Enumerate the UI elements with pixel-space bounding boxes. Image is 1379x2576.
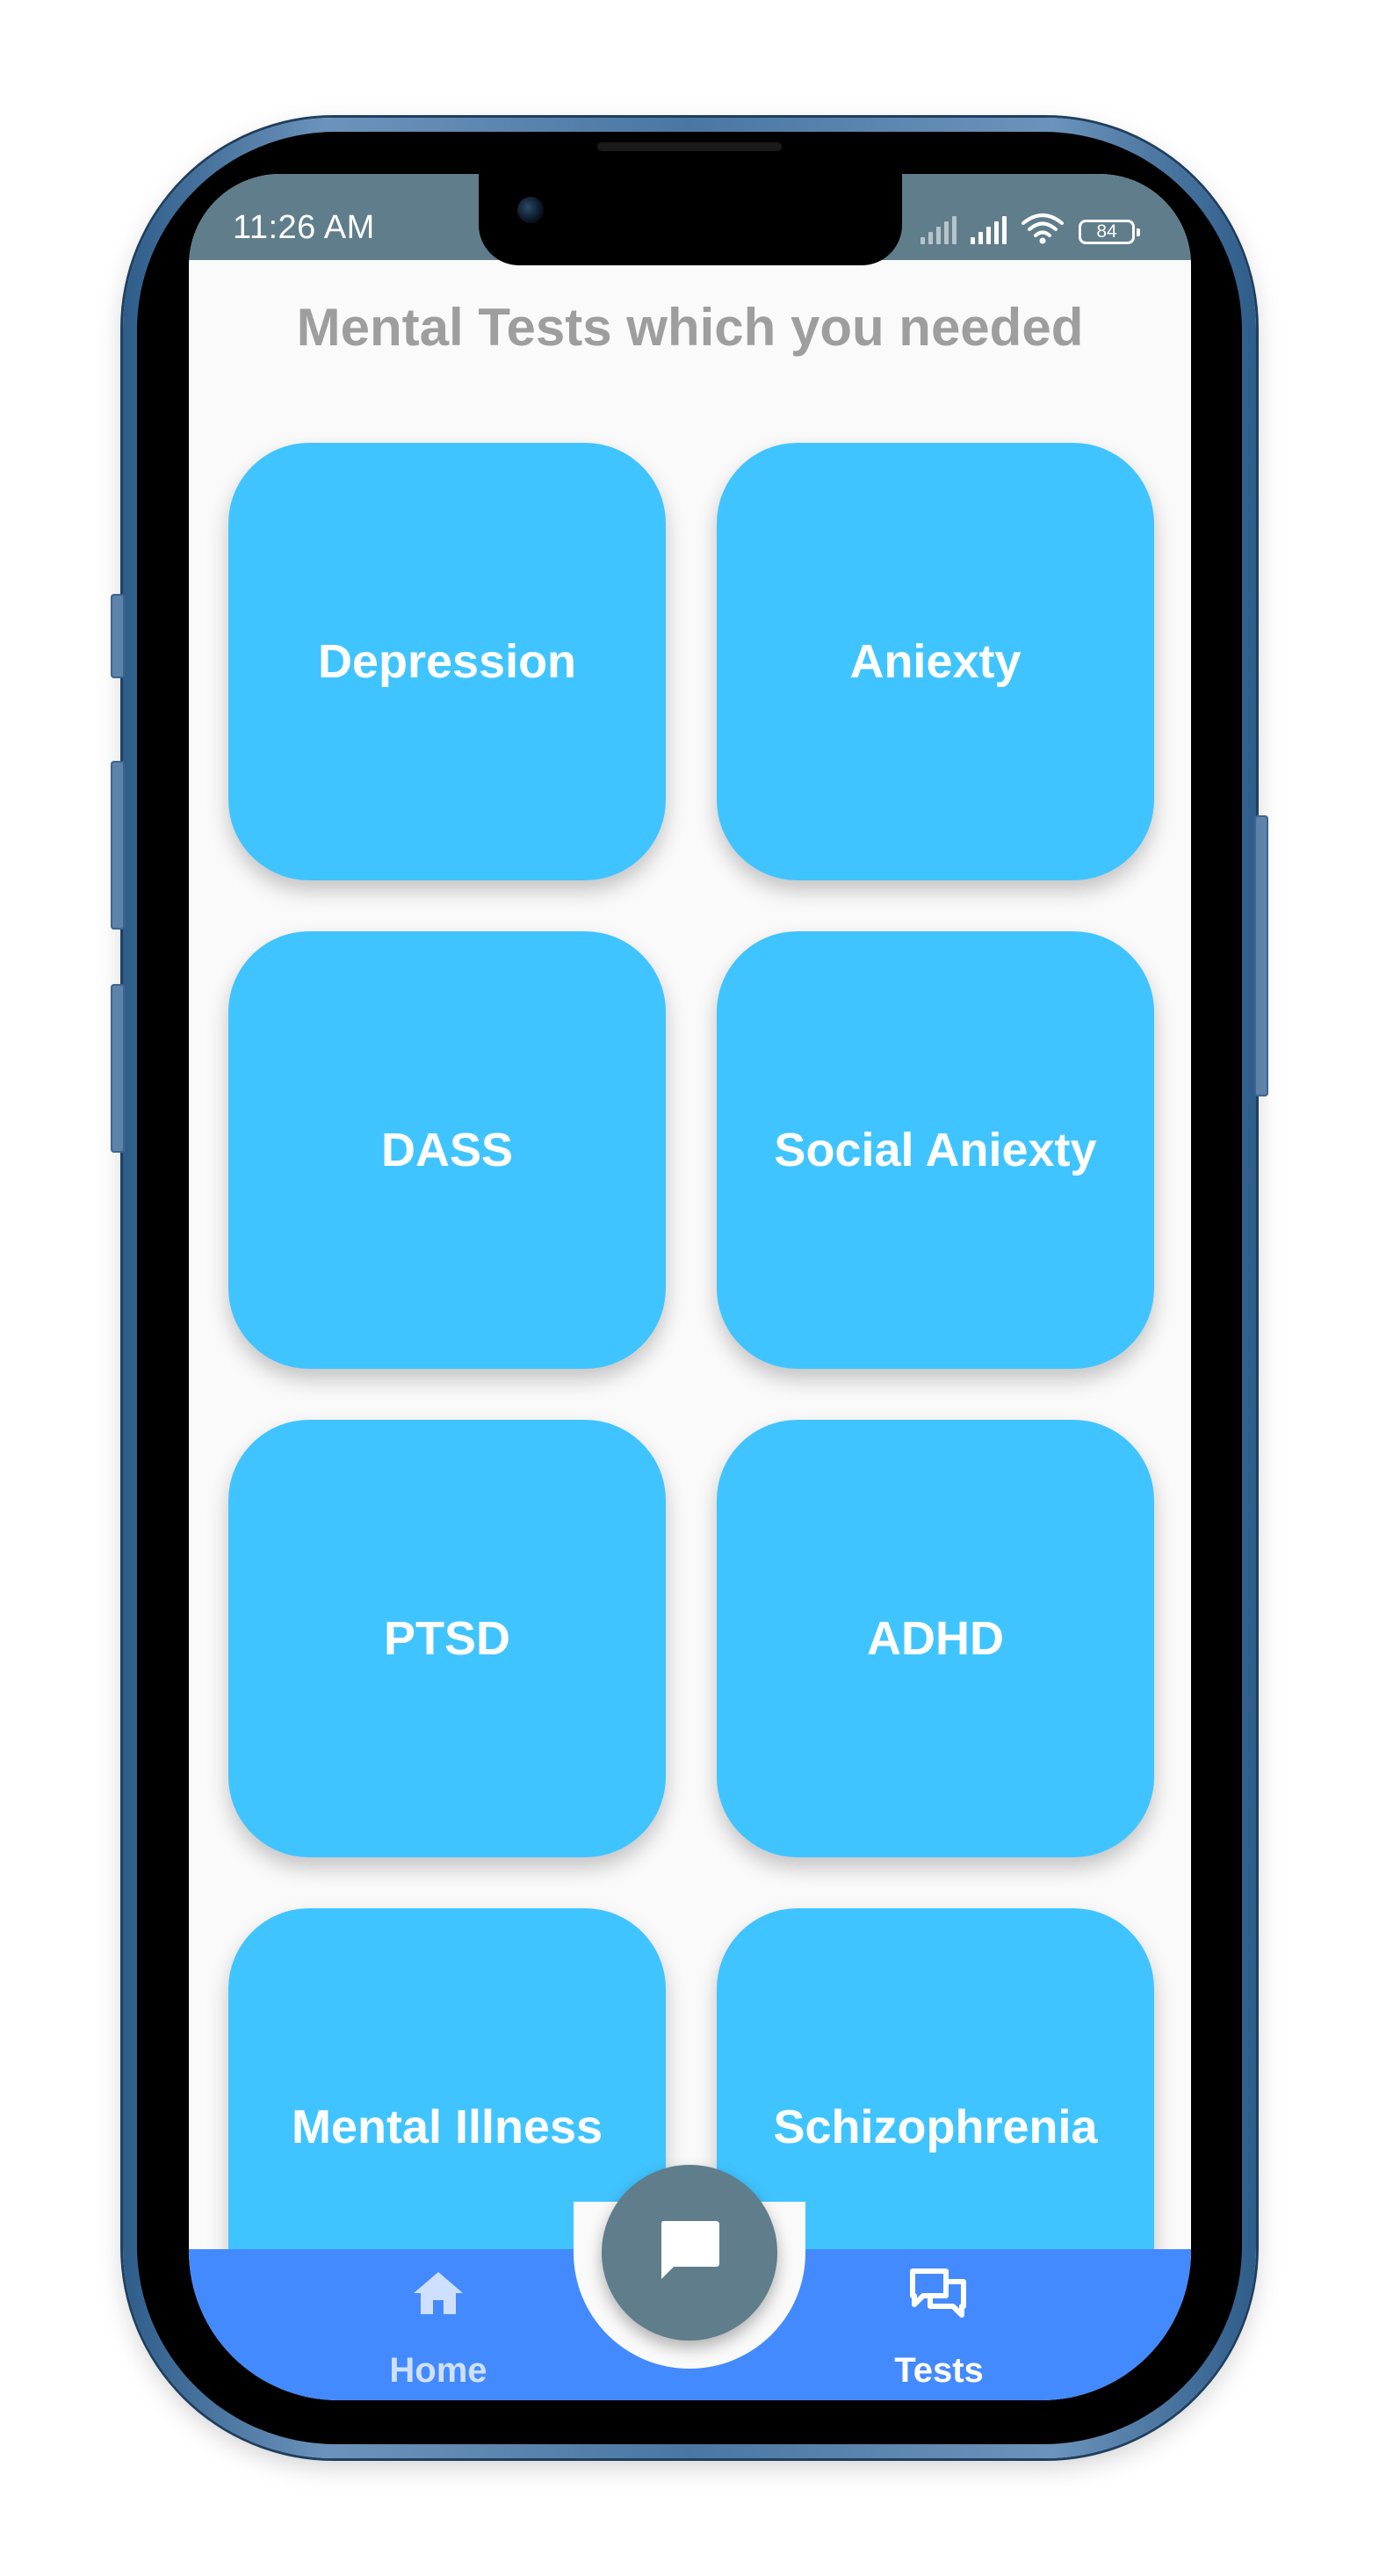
test-tile-dass[interactable]: DASS bbox=[228, 931, 666, 1369]
test-tile-adhd[interactable]: ADHD bbox=[717, 1420, 1154, 1857]
nav-home[interactable]: Home bbox=[350, 2265, 526, 2391]
notch bbox=[479, 174, 902, 265]
app-screen: 11:26 AM 84 Mental Tests which you neede… bbox=[189, 174, 1191, 2400]
test-tile-label: Social Aniexty bbox=[774, 1124, 1097, 1176]
home-icon bbox=[350, 2265, 526, 2321]
chat-icon bbox=[654, 2216, 725, 2290]
nav-home-label: Home bbox=[389, 2351, 487, 2390]
test-tile-depression[interactable]: Depression bbox=[228, 443, 666, 880]
signal-bars-icon bbox=[971, 214, 1007, 244]
test-tile-label: Depression bbox=[317, 635, 577, 688]
test-tile-label: Schizophrenia bbox=[773, 2101, 1098, 2153]
test-tile-label: ADHD bbox=[867, 1612, 1004, 1665]
test-tile-label: PTSD bbox=[383, 1612, 511, 1665]
volume-up-button bbox=[111, 761, 125, 930]
signal-bars-icon bbox=[921, 214, 957, 244]
mute-switch bbox=[111, 594, 125, 678]
page: 11:26 AM 84 Mental Tests which you neede… bbox=[0, 0, 1379, 2576]
test-tile-label: DASS bbox=[380, 1124, 514, 1176]
battery-icon: 84 bbox=[1079, 220, 1140, 244]
front-camera bbox=[517, 197, 544, 223]
test-tile-social-aniexty[interactable]: Social Aniexty bbox=[717, 931, 1154, 1369]
power-button bbox=[1254, 815, 1268, 1096]
test-tile-label: Mental Illness bbox=[291, 2101, 603, 2153]
test-tile-ptsd[interactable]: PTSD bbox=[228, 1420, 666, 1857]
speaker-grille bbox=[597, 142, 782, 151]
chat-fab-button[interactable] bbox=[602, 2165, 777, 2341]
status-time: 11:26 AM bbox=[233, 209, 375, 246]
status-icons: 84 bbox=[921, 209, 1140, 244]
wifi-icon bbox=[1021, 213, 1065, 244]
test-tile-label: Aniexty bbox=[849, 635, 1022, 688]
forum-icon bbox=[851, 2265, 1027, 2321]
nav-tests-label: Tests bbox=[894, 2351, 984, 2390]
nav-tests[interactable]: Tests bbox=[851, 2265, 1027, 2391]
volume-down-button bbox=[111, 984, 125, 1153]
test-tile-aniexty[interactable]: Aniexty bbox=[717, 443, 1154, 880]
battery-level: 84 bbox=[1096, 221, 1117, 242]
page-title: Mental Tests which you needed bbox=[296, 298, 1084, 357]
